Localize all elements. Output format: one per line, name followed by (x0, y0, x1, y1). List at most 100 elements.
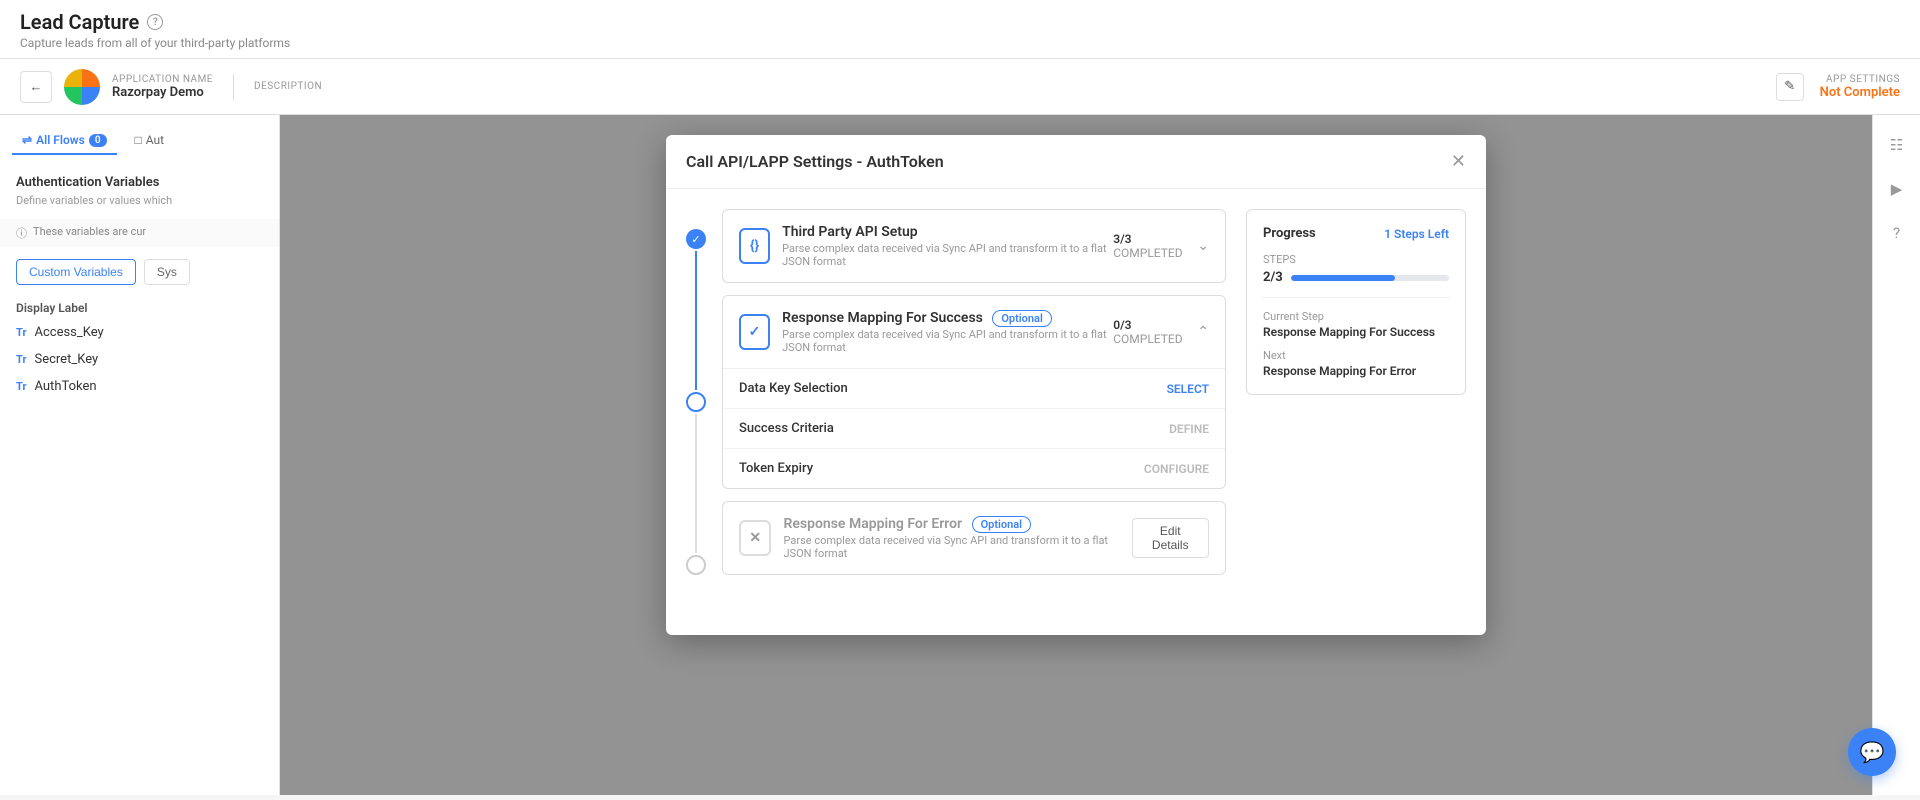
step-2-chevron-icon: ⌃ (1197, 324, 1209, 340)
step-3-subtitle: Parse complex data received via Sync API… (783, 534, 1131, 560)
variable-name-secret-key: Secret_Key (34, 352, 98, 367)
note-text: These variables are cur (33, 225, 146, 238)
step-card-3-header[interactable]: ✕ Response Mapping For Error Optional Pa… (723, 502, 1225, 574)
page-subtitle: Capture leads from all of your third-par… (20, 36, 1900, 50)
variable-row-auth-token[interactable]: Tr AuthToken (0, 373, 279, 400)
step-2-optional-badge: Optional (992, 310, 1051, 327)
app-name-value: Razorpay Demo (112, 85, 213, 100)
step-3-right: Edit Details (1132, 518, 1210, 558)
progress-header: Progress 1 Steps Left (1263, 226, 1449, 241)
help-icon[interactable]: ? (147, 14, 163, 30)
step-3-icon: ✕ (739, 520, 771, 556)
steps-fraction: 2/3 (1263, 270, 1283, 285)
sys-button[interactable]: Sys (144, 259, 190, 285)
sidebar-tab-all-flows[interactable]: ⇌ All Flows 0 (12, 127, 117, 155)
sidebar-note: ⓘ These variables are cur (0, 219, 279, 247)
custom-variables-button[interactable]: Custom Variables (16, 259, 136, 285)
progress-bar-fill (1291, 275, 1395, 281)
progress-bar-bg (1291, 275, 1449, 281)
progress-panel: Progress 1 Steps Left STEPS 2/3 Current … (1246, 209, 1466, 395)
step-2-title-group: Response Mapping For Success Optional Pa… (782, 310, 1113, 354)
sub-step-success-label: Success Criteria (739, 421, 834, 436)
stepper-circle-2 (686, 392, 706, 412)
step-2-completed: 0/3 COMPLETED (1113, 318, 1187, 346)
modal-body: ✓ {} (666, 189, 1486, 595)
progress-next-label: Next (1263, 349, 1449, 362)
variable-row-access-key[interactable]: Tr Access_Key (0, 319, 279, 346)
step-card-1-header[interactable]: {} Third Party API Setup Parse complex d… (723, 210, 1225, 282)
step-3-title: Response Mapping For Error Optional (783, 516, 1131, 532)
step-card-2-header[interactable]: ✓ Response Mapping For Success Optional … (723, 296, 1225, 368)
progress-current-value: Response Mapping For Success (1263, 325, 1449, 339)
tab-aut-icon: □ (135, 133, 142, 147)
modal-title: Call API/LAPP Settings - AuthToken (686, 152, 944, 171)
back-button[interactable]: ← (20, 71, 52, 103)
step-card-3: ✕ Response Mapping For Error Optional Pa… (722, 501, 1226, 575)
app-bar: ← APPLICATION NAME Razorpay Demo DESCRIP… (0, 59, 1920, 115)
step-2-subtitle: Parse complex data received via Sync API… (782, 328, 1113, 354)
step-2-icon: ✓ (739, 314, 770, 350)
doc-icon[interactable]: ☷ (1883, 131, 1911, 159)
center-area: Call API/LAPP Settings - AuthToken ✕ ✓ (280, 115, 1872, 795)
step-1-chevron-icon: ⌄ (1197, 238, 1209, 254)
info-icon: ⓘ (16, 225, 27, 241)
steps-left: 1 Steps Left (1384, 227, 1449, 241)
app-settings-label: APP SETTINGS (1820, 74, 1900, 85)
app-logo (64, 69, 100, 105)
sub-step-data-key-action[interactable]: SELECT (1167, 382, 1209, 396)
modal-header: Call API/LAPP Settings - AuthToken ✕ (666, 135, 1486, 189)
step-3-optional-badge: Optional (972, 516, 1031, 533)
sub-step-data-key: Data Key Selection SELECT (723, 369, 1225, 409)
step-2-body: Data Key Selection SELECT Success Criter… (723, 368, 1225, 488)
sub-step-success-criteria: Success Criteria DEFINE (723, 409, 1225, 449)
step-1-icon: {} (739, 228, 770, 264)
edit-app-button[interactable]: ✎ (1776, 73, 1804, 101)
sub-step-data-key-label: Data Key Selection (739, 381, 848, 396)
step-1-title-group: Third Party API Setup Parse complex data… (782, 224, 1113, 268)
type-icon-auth-token: Tr (16, 380, 26, 393)
sub-step-success-action[interactable]: DEFINE (1169, 422, 1209, 436)
main-content: ⇌ All Flows 0 □ Aut Authentication Varia… (0, 115, 1920, 795)
steps-content: {} Third Party API Setup Parse complex d… (722, 209, 1226, 575)
step-1-left: {} Third Party API Setup Parse complex d… (739, 224, 1113, 268)
variable-row-secret-key[interactable]: Tr Secret_Key (0, 346, 279, 373)
sub-step-token-label: Token Expiry (739, 461, 813, 476)
app-settings: APP SETTINGS Not Complete (1820, 74, 1900, 100)
step-1-completed: 3/3 COMPLETED (1113, 232, 1187, 260)
app-name-label: APPLICATION NAME (112, 74, 213, 85)
step-3-left: ✕ Response Mapping For Error Optional Pa… (739, 516, 1132, 560)
modal: Call API/LAPP Settings - AuthToken ✕ ✓ (666, 135, 1486, 635)
sub-step-token-expiry: Token Expiry CONFIGURE (723, 449, 1225, 488)
progress-steps-label: STEPS (1263, 253, 1449, 266)
step-1-subtitle: Parse complex data received via Sync API… (782, 242, 1113, 268)
type-icon-secret-key: Tr (16, 353, 26, 366)
progress-steps-value: 2/3 (1263, 270, 1449, 285)
progress-next-value: Response Mapping For Error (1263, 364, 1449, 378)
description-label: DESCRIPTION (254, 81, 322, 92)
tab-all-flows-label: All Flows (36, 133, 85, 147)
play-icon[interactable]: ▶ (1883, 175, 1911, 203)
edit-details-button[interactable]: Edit Details (1132, 518, 1210, 558)
progress-current-label: Current Step (1263, 310, 1449, 323)
step-1-title: Third Party API Setup (782, 224, 1113, 240)
step-card-2: ✓ Response Mapping For Success Optional … (722, 295, 1226, 489)
step-2-left: ✓ Response Mapping For Success Optional … (739, 310, 1113, 354)
variable-name-access-key: Access_Key (34, 325, 103, 340)
type-icon-access-key: Tr (16, 326, 26, 339)
stepper-circle-1: ✓ (686, 229, 706, 249)
tab-aut-label: Aut (146, 133, 164, 147)
sub-step-token-action[interactable]: CONFIGURE (1144, 462, 1209, 476)
sidebar-buttons: Custom Variables Sys (0, 251, 279, 293)
progress-divider (1263, 297, 1449, 298)
step-1-right: 3/3 COMPLETED ⌄ (1113, 232, 1209, 260)
all-flows-badge: 0 (89, 134, 107, 147)
description-section: DESCRIPTION (254, 81, 322, 92)
step-2-right: 0/3 COMPLETED ⌃ (1113, 318, 1209, 346)
app-settings-status: Not Complete (1820, 85, 1900, 100)
modal-close-button[interactable]: ✕ (1451, 151, 1466, 172)
step-2-title: Response Mapping For Success Optional (782, 310, 1113, 326)
help-circle-icon[interactable]: ? (1883, 219, 1911, 247)
variable-name-auth-token: AuthToken (34, 379, 96, 394)
sidebar-tab-aut[interactable]: □ Aut (125, 127, 175, 155)
chat-fab[interactable]: 💬 (1848, 728, 1896, 776)
